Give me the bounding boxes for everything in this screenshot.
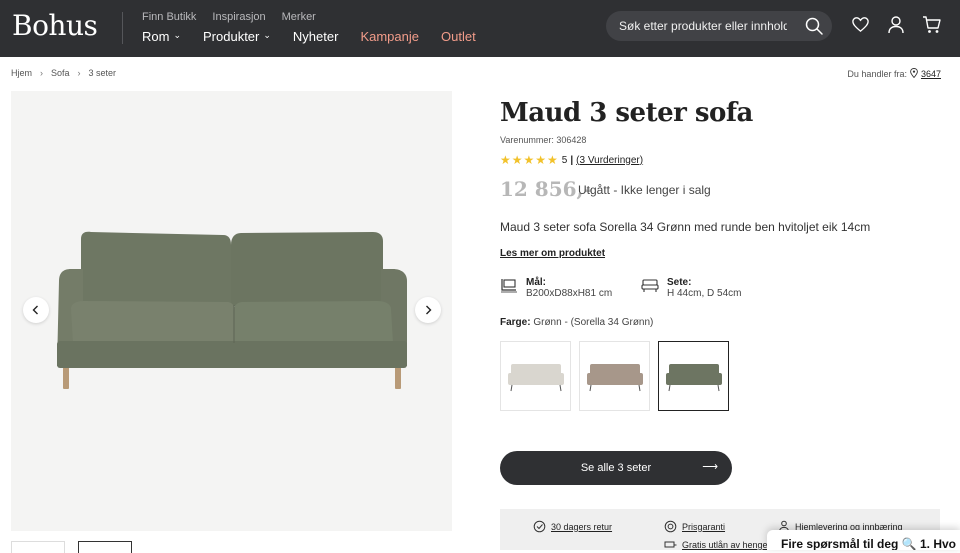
nav-outlet[interactable]: Outlet xyxy=(441,29,476,44)
usp-return[interactable]: 30 dagers retur xyxy=(533,520,612,533)
location-pin-icon xyxy=(910,68,918,80)
nav-nyheter[interactable]: Nyheter xyxy=(293,29,339,44)
price-guarantee-icon xyxy=(664,520,677,533)
color-selection: Farge: Grønn - (Sorella 34 Grønn) xyxy=(500,317,653,328)
breadcrumb-hjem[interactable]: Hjem xyxy=(11,68,32,78)
swatch-beige[interactable] xyxy=(500,341,571,411)
rating-divider: | xyxy=(570,154,574,166)
dimensions-icon xyxy=(500,277,518,299)
spec-dimensions-value: B200xD88xH81 cm xyxy=(526,288,613,299)
color-value: Grønn - (Sorella 34 Grønn) xyxy=(533,317,654,328)
nav-produkter[interactable]: Produkter xyxy=(203,29,271,44)
breadcrumb: Hjem › Sofa › 3 seter xyxy=(11,68,116,78)
return-icon xyxy=(533,520,546,533)
chat-survey-widget[interactable]: Fire spørsmål til deg 🔍 1. Hvo xyxy=(767,530,960,550)
read-more-link[interactable]: Les mer om produktet xyxy=(500,248,605,259)
search-icon[interactable] xyxy=(804,16,824,41)
cart-icon[interactable] xyxy=(922,15,942,39)
rating-value: 5 xyxy=(561,154,568,166)
thumbnail[interactable] xyxy=(11,541,65,553)
bohus-logo[interactable]: Bohus xyxy=(12,9,98,42)
spec-dimensions-title: Mål: xyxy=(526,277,546,288)
spec-seat: Sete: H 44cm, D 54cm xyxy=(641,277,741,299)
seat-icon xyxy=(641,277,659,299)
product-rating: ★★★★★ 5 | (3 Vurderinger) xyxy=(500,153,643,167)
spec-seat-value: H 44cm, D 54cm xyxy=(667,288,742,299)
gallery-next-button[interactable] xyxy=(415,297,441,323)
top-link-inspirasjon[interactable]: Inspirasjon xyxy=(212,11,265,23)
product-sku: Varenummer: 306428 xyxy=(500,135,587,145)
chevron-right-icon xyxy=(426,305,432,315)
beige-sofa-thumbnail xyxy=(507,364,564,392)
spec-dimensions: Mål: B200xD88xH81 cm xyxy=(500,277,612,299)
swatch-green-selected[interactable] xyxy=(658,341,729,411)
search-input[interactable] xyxy=(619,19,787,33)
usp-trailer[interactable]: Gratis utlån av henger xyxy=(664,540,771,550)
nav-rom[interactable]: Rom xyxy=(142,29,181,44)
heart-icon[interactable] xyxy=(851,15,870,39)
store-label: Du handler fra: xyxy=(847,69,907,79)
site-header: Bohus Finn Butikk Inspirasjon Merker Rom… xyxy=(0,0,960,57)
chevron-left-icon xyxy=(32,305,38,315)
user-icon[interactable] xyxy=(887,15,905,39)
cta-label: Se alle 3 seter xyxy=(580,462,652,474)
chevron-right-icon: › xyxy=(77,68,81,78)
nav-kampanje[interactable]: Kampanje xyxy=(360,29,419,44)
color-swatches xyxy=(500,341,729,411)
sofa-image xyxy=(57,231,407,389)
usp-price-guarantee[interactable]: Prisgaranti xyxy=(664,520,725,533)
main-nav: Rom Produkter Nyheter Kampanje Outlet xyxy=(142,29,476,44)
product-title: Maud 3 seter sofa xyxy=(500,98,753,128)
color-label: Farge: xyxy=(500,317,531,328)
gallery-thumbnails xyxy=(11,541,132,553)
trailer-icon xyxy=(664,541,677,547)
store-selector: Du handler fra: 3647 xyxy=(847,68,941,80)
usp-return-label: 30 dagers retur xyxy=(551,521,613,532)
green-sofa-thumbnail xyxy=(665,364,722,392)
usp-trailer-label: Gratis utlån av henger xyxy=(682,540,771,550)
top-links: Finn Butikk Inspirasjon Merker xyxy=(142,11,316,23)
arrow-right-icon: ⟶ xyxy=(702,461,718,473)
product-status: Utgått - Ikke lenger i salg xyxy=(578,183,711,197)
gallery-prev-button[interactable] xyxy=(23,297,49,323)
breadcrumb-3-seter[interactable]: 3 seter xyxy=(89,68,117,78)
brown-sofa-thumbnail xyxy=(586,364,643,392)
see-all-3-seter-button[interactable]: Se alle 3 seter ⟶ xyxy=(500,451,732,485)
top-link-finn-butikk[interactable]: Finn Butikk xyxy=(142,11,196,23)
chevron-right-icon: › xyxy=(40,68,44,78)
reviews-link[interactable]: (3 Vurderinger) xyxy=(576,155,643,166)
store-number-link[interactable]: 3647 xyxy=(921,69,941,79)
search-bar xyxy=(606,11,832,41)
usp-price-guarantee-label: Prisgaranti xyxy=(682,521,726,532)
spec-seat-title: Sete: xyxy=(667,277,692,288)
product-description: Maud 3 seter sofa Sorella 34 Grønn med r… xyxy=(500,220,871,234)
header-divider xyxy=(122,12,123,44)
product-gallery xyxy=(11,91,452,531)
breadcrumb-sofa[interactable]: Sofa xyxy=(51,68,70,78)
star-rating-icon: ★★★★★ xyxy=(500,153,559,167)
swatch-brown[interactable] xyxy=(579,341,650,411)
thumbnail-active[interactable] xyxy=(78,541,132,553)
top-link-merker[interactable]: Merker xyxy=(282,11,316,23)
